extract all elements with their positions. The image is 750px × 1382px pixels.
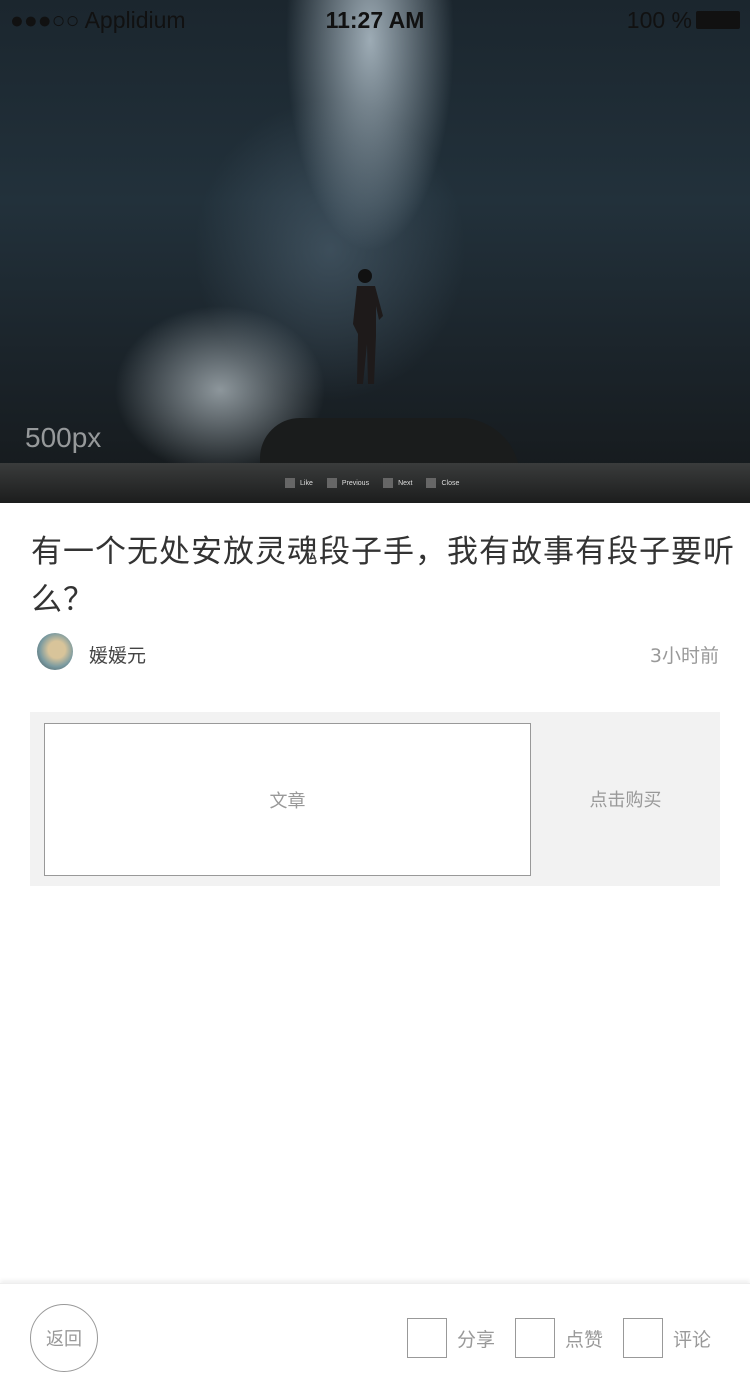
previous-control[interactable]: Previous (326, 478, 369, 488)
post-time: 3小时前 (649, 645, 719, 667)
buy-button[interactable]: 点击购买 (531, 712, 720, 886)
share-icon (407, 1318, 447, 1358)
battery-icon (696, 11, 740, 29)
gallery-controls: Like Previous Next Close (285, 478, 459, 488)
person-silhouette (353, 269, 383, 384)
close-control[interactable]: Close (426, 478, 459, 488)
comment-icon (623, 1318, 663, 1358)
like-icon (515, 1318, 555, 1358)
article-preview[interactable]: 文章 (44, 723, 531, 876)
author-name[interactable]: 媛媛元 (89, 641, 146, 668)
comment-button[interactable]: 评论 (623, 1318, 711, 1358)
watermark-logo: 500px (25, 422, 102, 453)
share-button[interactable]: 分享 (407, 1318, 495, 1358)
avatar[interactable] (37, 633, 73, 670)
back-button[interactable]: 返回 (30, 1304, 98, 1372)
battery-percent: 100 % (626, 7, 692, 33)
like-control[interactable]: Like (285, 478, 313, 488)
bottom-bar: 返回 分享 点赞 评论 (0, 1283, 750, 1382)
hero-image: 500px Like Previous Next Close (0, 0, 750, 503)
status-bar: ●●●○○ Applidium 11:27 AM 100 % (0, 0, 750, 40)
article-title: 有一个无处安放灵魂段子手，我有故事有段子要听么？ (31, 534, 735, 618)
next-control[interactable]: Next (383, 478, 412, 488)
like-button[interactable]: 点赞 (515, 1318, 603, 1358)
purchase-card: 文章 点击购买 (30, 712, 720, 886)
